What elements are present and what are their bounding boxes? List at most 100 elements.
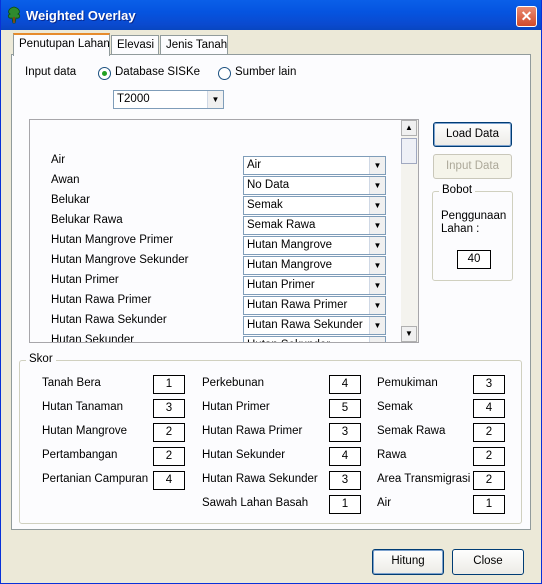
mapping-select-value: Hutan Primer	[247, 279, 315, 291]
chevron-down-icon: ▼	[369, 157, 385, 174]
skor-label: Air	[377, 497, 392, 509]
close-button[interactable]: Close	[452, 549, 524, 575]
skor-label: Tanah Bera	[42, 377, 101, 389]
window-title: Weighted Overlay	[26, 8, 136, 23]
skor-value[interactable]: 4	[329, 447, 361, 466]
skor-value[interactable]: 2	[473, 471, 505, 490]
skor-value[interactable]: 2	[153, 447, 185, 466]
radio-database-siske[interactable]	[98, 67, 111, 80]
skor-value[interactable]: 3	[329, 471, 361, 490]
mapping-label: Hutan Mangrove Sekunder	[51, 254, 189, 266]
chevron-down-icon: ▼	[369, 237, 385, 254]
chevron-down-icon: ▼	[369, 177, 385, 194]
chevron-down-icon: ▼	[369, 217, 385, 234]
mapping-select-value: Semak	[247, 199, 283, 211]
tab-jenis-tanah[interactable]: Jenis Tanah	[160, 35, 228, 55]
mapping-select[interactable]: Semak Rawa ▼	[243, 216, 386, 235]
skor-value[interactable]: 4	[473, 399, 505, 418]
input-data-button[interactable]: Input Data	[433, 154, 512, 179]
mapping-label: Air	[51, 154, 66, 166]
mapping-select[interactable]: Hutan Rawa Primer ▼	[243, 296, 386, 315]
mapping-label: Hutan Primer	[51, 274, 119, 286]
scroll-thumb[interactable]	[401, 138, 417, 164]
chevron-down-icon: ▼	[369, 277, 385, 294]
mapping-select-value: Hutan Mangrove	[247, 259, 333, 271]
mapping-label: Awan	[51, 174, 80, 186]
chevron-down-icon: ▼	[369, 297, 385, 314]
close-icon: ✕	[520, 8, 533, 24]
skor-label: Pemukiman	[377, 377, 438, 389]
skor-value[interactable]: 2	[153, 423, 185, 442]
landcover-mapping-list[interactable]: Air Air ▼ Awan No Data ▼ Belukar Semak ▼ Belukar …	[29, 119, 419, 343]
tab-elevasi[interactable]: Elevasi	[111, 35, 159, 55]
title-bar: Weighted Overlay ✕	[1, 0, 541, 30]
mapping-select-value: Air	[247, 159, 262, 171]
chevron-down-icon: ▼	[369, 197, 385, 214]
skor-value[interactable]: 4	[329, 375, 361, 394]
mapping-select-value: Semak Rawa	[247, 219, 316, 231]
tab-label: Jenis Tanah	[166, 39, 228, 51]
chevron-down-icon: ▼	[369, 317, 385, 334]
skor-label: Hutan Sekunder	[202, 449, 286, 461]
skor-label: Hutan Rawa Sekunder	[202, 473, 318, 485]
hitung-button[interactable]: Hitung	[372, 549, 444, 575]
mapping-select[interactable]: Hutan Sekunder ▼	[243, 336, 386, 342]
mapping-label: Hutan Sekunder	[51, 334, 135, 343]
mapping-select[interactable]: Air ▼	[243, 156, 386, 175]
mapping-scrollbar[interactable]: ▲ ▼	[401, 120, 418, 342]
tab-penutupan-lahan[interactable]: Penutupan Lahan	[13, 33, 110, 56]
mapping-label: Belukar	[51, 194, 90, 206]
weighted-overlay-window: Weighted Overlay ✕ Penutupan Lahan Eleva…	[0, 0, 542, 584]
load-data-button[interactable]: Load Data	[433, 122, 512, 147]
mapping-select[interactable]: No Data ▼	[243, 176, 386, 195]
skor-value[interactable]: 1	[153, 375, 185, 394]
skor-value[interactable]: 2	[473, 447, 505, 466]
radio-sumber-lain[interactable]	[218, 67, 231, 80]
mapping-label: Belukar Rawa	[51, 214, 123, 226]
scroll-up-icon[interactable]: ▲	[401, 120, 417, 136]
skor-label: Pertambangan	[42, 449, 118, 461]
tree-icon	[7, 6, 21, 24]
mapping-select-value: Hutan Rawa Primer	[247, 299, 348, 311]
skor-label: Semak Rawa	[377, 425, 446, 437]
mapping-select-value: Hutan Rawa Sekunder	[247, 319, 363, 331]
mapping-select[interactable]: Hutan Mangrove ▼	[243, 236, 386, 255]
mapping-label: Hutan Rawa Sekunder	[51, 314, 167, 326]
skor-label: Semak	[377, 401, 413, 413]
input-data-label: Input data	[25, 66, 77, 78]
scroll-down-icon[interactable]: ▼	[401, 326, 417, 342]
skor-value[interactable]: 2	[473, 423, 505, 442]
skor-label: Sawah Lahan Basah	[202, 497, 309, 509]
skor-value[interactable]: 4	[153, 471, 185, 490]
tab-panel-penutupan-lahan: Input data Database SISKe Sumber lain T2…	[11, 54, 531, 530]
skor-value[interactable]: 1	[473, 495, 505, 514]
skor-value[interactable]: 5	[329, 399, 361, 418]
dataset-select[interactable]: T2000 ▼	[113, 90, 224, 109]
skor-label: Rawa	[377, 449, 407, 461]
skor-label: Perkebunan	[202, 377, 265, 389]
mapping-select[interactable]: Hutan Primer ▼	[243, 276, 386, 295]
mapping-select[interactable]: Hutan Mangrove ▼	[243, 256, 386, 275]
dataset-select-value: T2000	[117, 93, 150, 105]
chevron-down-icon: ▼	[369, 257, 385, 274]
radio-database-siske-label: Database SISKe	[115, 66, 201, 78]
mapping-select-value: No Data	[247, 179, 290, 191]
skor-value[interactable]: 3	[329, 423, 361, 442]
mapping-select[interactable]: Semak ▼	[243, 196, 386, 215]
skor-value[interactable]: 3	[473, 375, 505, 394]
bobot-value[interactable]: 40	[457, 250, 491, 269]
bobot-group: Bobot Penggunaan Lahan : 40	[432, 184, 513, 281]
bobot-label: Penggunaan Lahan :	[441, 210, 507, 235]
skor-value[interactable]: 3	[153, 399, 185, 418]
mapping-select[interactable]: Hutan Rawa Sekunder ▼	[243, 316, 386, 335]
skor-label: Pertanian Campuran	[42, 473, 149, 485]
mapping-label: Hutan Rawa Primer	[51, 294, 152, 306]
bobot-title: Bobot	[439, 184, 476, 196]
close-window-button[interactable]: ✕	[516, 6, 537, 27]
radio-sumber-lain-label: Sumber lain	[235, 66, 297, 78]
skor-value[interactable]: 1	[329, 495, 361, 514]
chevron-down-icon: ▼	[207, 91, 223, 108]
tab-label: Penutupan Lahan	[19, 38, 110, 50]
mapping-select-value: Hutan Mangrove	[247, 239, 333, 251]
skor-group: Skor Tanah Bera 1 Hutan Tanaman 3 Hutan Mang…	[19, 353, 522, 524]
